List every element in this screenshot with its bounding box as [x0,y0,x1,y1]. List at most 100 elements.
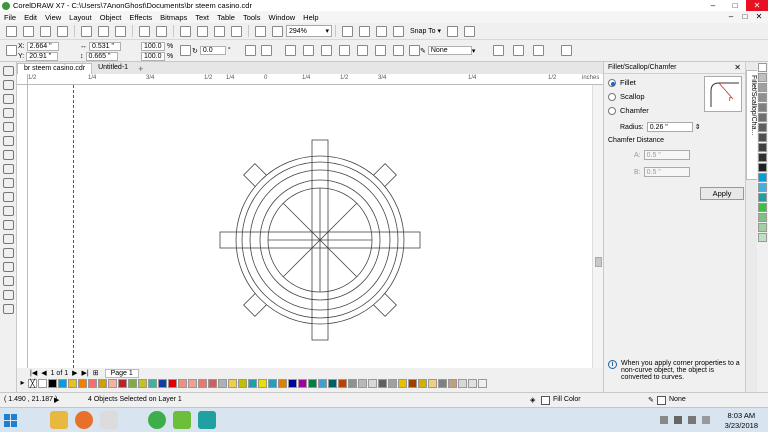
copy-icon[interactable] [98,25,109,37]
color-swatch[interactable] [758,63,767,72]
color-swatch[interactable] [138,379,147,388]
drop-shadow-tool-icon[interactable] [3,234,14,244]
drawing-canvas[interactable] [28,85,592,368]
color-swatch[interactable] [308,379,317,388]
to-front-icon[interactable] [513,45,524,56]
fillet-option[interactable]: Fillet [608,78,636,87]
color-swatch[interactable] [338,379,347,388]
coreldraw-icon[interactable] [173,411,191,429]
show-grid-icon[interactable] [376,25,387,37]
menu-layout[interactable]: Layout [65,13,96,22]
ruler-origin[interactable] [17,74,28,85]
y-value[interactable]: 20.91 " [26,52,59,61]
color-swatch[interactable] [98,379,107,388]
rotation-value[interactable]: 0.0 [199,46,226,55]
width-field[interactable]: ↔ 0.531 " [80,42,121,51]
color-swatch[interactable] [758,233,767,242]
paste-icon[interactable] [115,25,126,37]
color-swatch[interactable] [368,379,377,388]
menu-file[interactable]: File [0,13,20,22]
color-swatch[interactable] [758,193,767,202]
color-swatch[interactable] [78,379,87,388]
first-page-icon[interactable]: |◀ [30,369,37,377]
connector-tool-icon[interactable] [3,220,14,230]
interactive-fill-tool-icon[interactable] [3,276,14,286]
outline-width-value[interactable]: None [427,46,472,55]
outline-color-swatch[interactable] [657,396,666,405]
menu-window[interactable]: Window [264,13,299,22]
back-minus-front-icon[interactable] [393,45,404,56]
add-tool-icon[interactable] [3,304,14,314]
no-color-swatch[interactable]: ╳ [28,379,37,388]
scale-height-field[interactable]: 100.0 % [141,52,175,61]
menu-view[interactable]: View [41,13,65,22]
color-swatch[interactable] [248,379,257,388]
chrome-icon[interactable] [148,411,166,429]
color-swatch[interactable] [298,379,307,388]
outline-width-combo[interactable]: ✎ None ▾ [420,46,477,55]
play-icon[interactable]: ▶ [54,396,59,404]
color-swatch[interactable] [418,379,427,388]
close-button[interactable]: ✕ [746,0,768,11]
artistic-media-tool-icon[interactable] [3,136,14,146]
open-icon[interactable] [23,25,34,37]
chamfer-b-field[interactable]: B: 0.5 " [634,167,690,177]
lock-ratio-icon[interactable] [180,45,191,56]
ellipse-tool-icon[interactable] [3,164,14,174]
clock[interactable]: 8:03 AM 3/23/2018 [725,411,758,431]
radio-button[interactable] [608,92,616,101]
color-swatch[interactable] [128,379,137,388]
color-swatch[interactable] [758,143,767,152]
menu-object[interactable]: Object [96,13,126,22]
combine-icon[interactable] [285,45,296,56]
width-value[interactable]: 0.531 " [89,42,121,51]
menu-table[interactable]: Table [213,13,239,22]
next-page-icon[interactable]: ▶ [72,369,77,377]
save-icon[interactable] [40,25,51,37]
height-value[interactable]: 0.665 " [85,52,118,61]
color-swatch[interactable] [448,379,457,388]
color-swatch[interactable] [188,379,197,388]
intersect-icon[interactable] [339,45,350,56]
snap-to-button[interactable]: Snap To ▾ [407,25,444,37]
maximize-button[interactable]: □ [724,0,746,11]
color-swatch[interactable] [758,163,767,172]
color-swatch[interactable] [758,83,767,92]
y-position-field[interactable]: Y: 20.91 " [18,52,59,61]
color-swatch[interactable] [478,379,487,388]
doc-restore-button[interactable]: □ [738,11,752,23]
previous-page-icon[interactable]: ◀ [41,369,46,377]
doc-minimize-button[interactable]: – [724,11,738,23]
mirror-vertical-icon[interactable] [261,45,272,56]
color-swatch[interactable] [178,379,187,388]
app-launcher-icon[interactable] [255,25,266,37]
color-swatch[interactable] [758,173,767,182]
menu-text[interactable]: Text [191,13,213,22]
windows-start-icon[interactable] [2,412,20,429]
color-swatch[interactable] [158,379,167,388]
tray-icon[interactable] [660,416,668,424]
radio-button[interactable] [608,78,616,87]
color-swatch[interactable] [758,133,767,142]
menu-bitmaps[interactable]: Bitmaps [156,13,191,22]
color-swatch[interactable] [758,93,767,102]
smart-fill-tool-icon[interactable] [3,290,14,300]
import-icon[interactable] [197,25,208,37]
menu-help[interactable]: Help [299,13,322,22]
color-swatch[interactable] [288,379,297,388]
color-swatch[interactable] [758,223,767,232]
freehand-tool-icon[interactable] [3,122,14,132]
network-icon[interactable] [674,416,682,424]
horizontal-ruler[interactable]: 1/2 1/4 3/4 1/2 1/4 0 1/4 1/2 3/4 1/4 1/… [28,74,603,85]
firefox-icon[interactable] [75,411,93,429]
weld-icon[interactable] [303,45,314,56]
color-swatch[interactable] [258,379,267,388]
color-swatch[interactable] [68,379,77,388]
x-position-field[interactable]: X: 2.664 " [18,42,59,51]
minimize-button[interactable]: – [702,0,724,11]
simplify-icon[interactable] [357,45,368,56]
options-icon[interactable] [447,25,459,37]
menu-tools[interactable]: Tools [239,13,265,22]
scale-width-value[interactable]: 100.0 [141,42,165,51]
color-swatch[interactable] [358,379,367,388]
